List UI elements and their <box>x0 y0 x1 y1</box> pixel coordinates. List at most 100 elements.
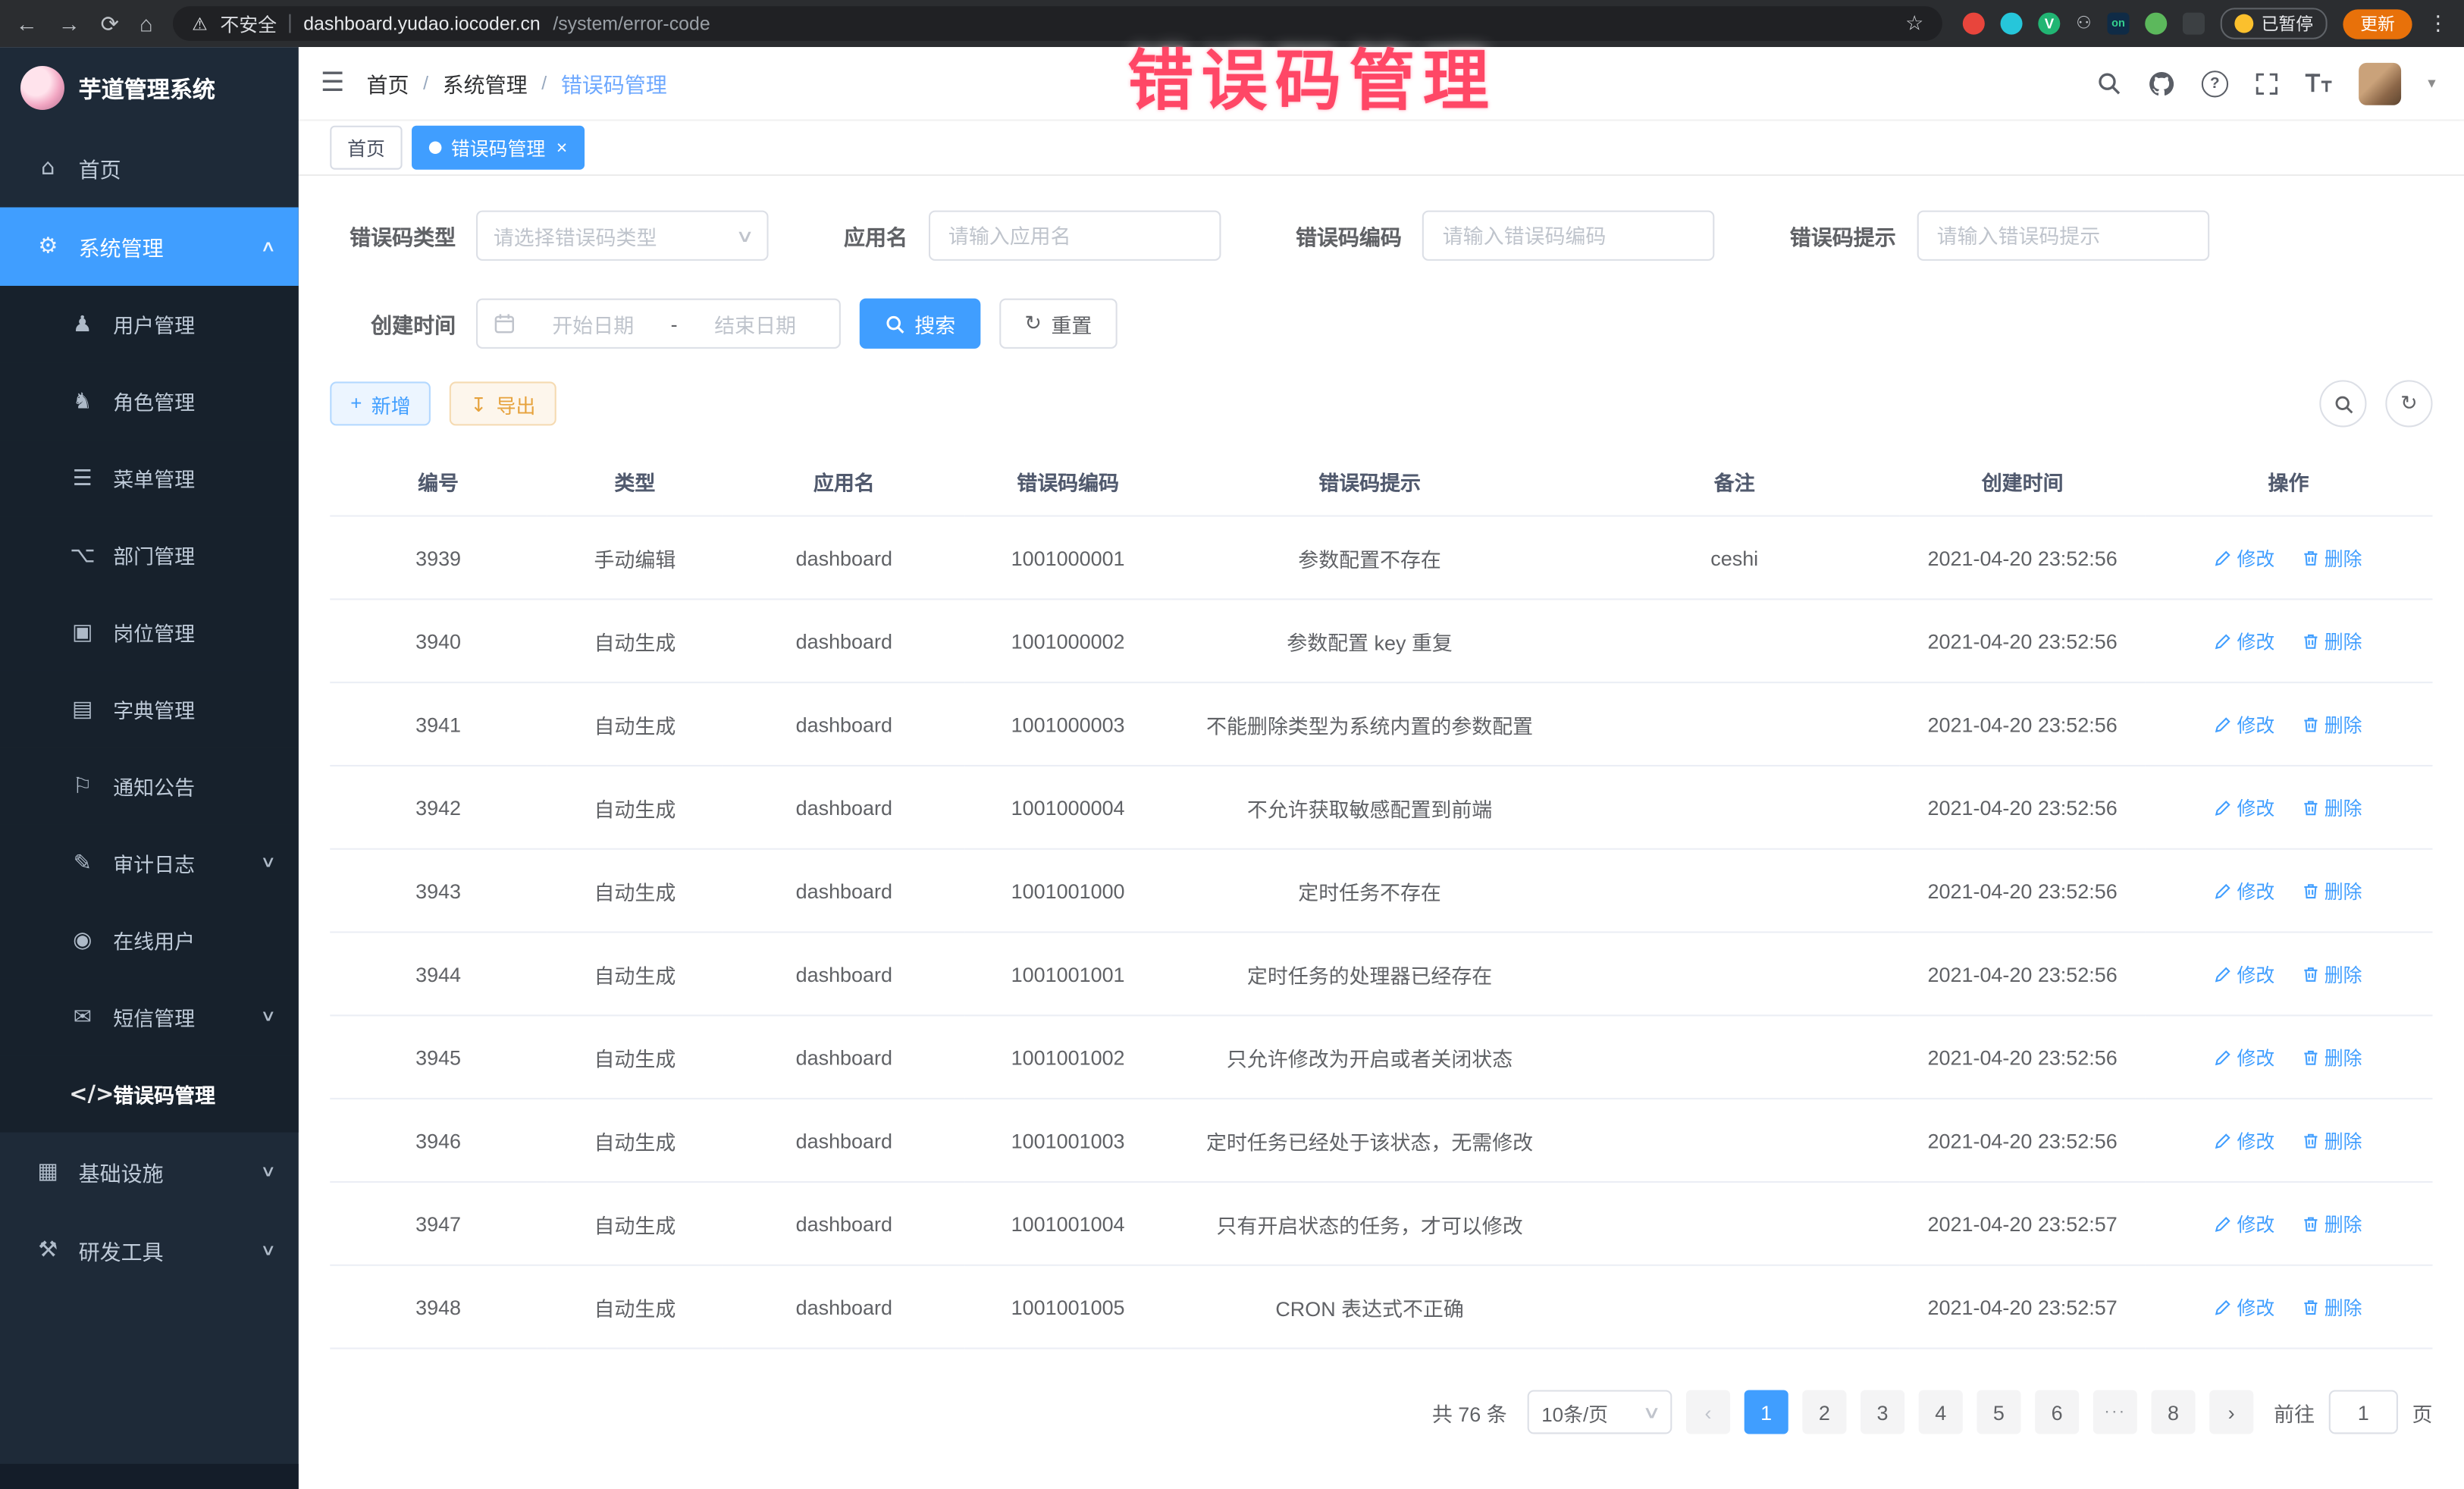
page-button-6[interactable]: 6 <box>2035 1390 2079 1434</box>
update-button[interactable]: 更新 <box>2343 8 2412 38</box>
vue-devtools-icon[interactable]: V <box>2039 13 2061 35</box>
tag-close-icon[interactable]: × <box>556 138 568 157</box>
on-badge-icon[interactable]: on <box>2107 13 2129 35</box>
sidebar-collapse-bar[interactable] <box>0 1464 299 1489</box>
sidebar-item-dictionaries[interactable]: ▤ 字典管理 <box>0 671 299 748</box>
extension-green-icon[interactable] <box>2145 13 2167 35</box>
sidebar-item-error-code[interactable]: </> 错误码管理 <box>0 1055 299 1133</box>
column-header[interactable]: 错误码编码 <box>965 446 1171 516</box>
sidebar-item-dev-tools[interactable]: ⚒ 研发工具 ∨ <box>0 1211 299 1290</box>
edit-link[interactable]: 修改 <box>2215 710 2274 737</box>
add-button[interactable]: + 新增 <box>330 381 431 425</box>
toggle-search-icon[interactable] <box>2319 380 2366 427</box>
edit-link[interactable]: 修改 <box>2215 877 2274 904</box>
breadcrumb-item-system[interactable]: 系统管理 <box>443 67 528 99</box>
page-button-2[interactable]: 2 <box>1802 1390 1846 1434</box>
delete-link[interactable]: 删除 <box>2303 1044 2362 1071</box>
column-header[interactable]: 应用名 <box>723 446 965 516</box>
sidebar-toggle-icon[interactable]: ☰ <box>321 67 345 99</box>
delete-link[interactable]: 删除 <box>2303 710 2362 737</box>
column-header[interactable]: 创建时间 <box>1901 446 2145 516</box>
export-button[interactable]: ↧ 导出 <box>450 381 556 425</box>
reset-button[interactable]: ↻ 重置 <box>999 299 1117 349</box>
delete-link[interactable]: 删除 <box>2303 544 2362 571</box>
page-ellipsis[interactable]: ··· <box>2093 1390 2137 1434</box>
home-icon[interactable]: ⌂ <box>140 0 153 47</box>
help-icon[interactable]: ? <box>2202 70 2228 96</box>
column-header[interactable]: 编号 <box>330 446 547 516</box>
sidebar-item-positions[interactable]: ▣ 岗位管理 <box>0 594 299 671</box>
app-name-input[interactable] <box>928 211 1221 261</box>
tampermonkey-icon[interactable] <box>2183 13 2205 35</box>
column-header[interactable]: 操作 <box>2144 446 2432 516</box>
breadcrumb-item-home[interactable]: 首页 <box>366 67 409 99</box>
delete-link[interactable]: 删除 <box>2303 628 2362 654</box>
reload-icon[interactable]: ⟳ <box>101 0 119 47</box>
sidebar-item-sms[interactable]: ✉ 短信管理 ∨ <box>0 979 299 1056</box>
paused-chip[interactable]: 已暂停 <box>2221 8 2328 39</box>
table-refresh-icon[interactable]: ↻ <box>2385 380 2432 427</box>
user-avatar[interactable] <box>2359 62 2401 105</box>
back-icon[interactable]: ← <box>16 0 38 47</box>
edit-link[interactable]: 修改 <box>2215 628 2274 654</box>
page-button-1[interactable]: 1 <box>1745 1390 1788 1434</box>
extension-red-icon[interactable] <box>1963 13 1985 35</box>
sidebar-item-online-users[interactable]: ◉ 在线用户 <box>0 901 299 979</box>
page-button-3[interactable]: 3 <box>1861 1390 1904 1434</box>
edit-link[interactable]: 修改 <box>2215 544 2274 571</box>
delete-link[interactable]: 删除 <box>2303 1293 2362 1320</box>
delete-link[interactable]: 删除 <box>2303 877 2362 904</box>
browser-menu-icon[interactable]: ⋮ <box>2428 11 2448 36</box>
column-header[interactable]: 类型 <box>547 446 723 516</box>
search-icon[interactable] <box>2096 71 2121 96</box>
prev-page-button[interactable]: ‹ <box>1686 1390 1730 1434</box>
edit-link[interactable]: 修改 <box>2215 961 2274 987</box>
column-header[interactable]: 错误码提示 <box>1171 446 1569 516</box>
extension-teal-icon[interactable] <box>2001 13 2023 35</box>
delete-link[interactable]: 删除 <box>2303 1210 2362 1237</box>
sidebar-item-notices[interactable]: ⚐ 通知公告 <box>0 748 299 825</box>
goto-page-input[interactable] <box>2329 1390 2398 1434</box>
page-button-4[interactable]: 4 <box>1919 1390 1963 1434</box>
people-icon[interactable]: ⚇ <box>2076 0 2091 47</box>
sidebar-item-roles[interactable]: ♞ 角色管理 <box>0 363 299 440</box>
edit-link[interactable]: 修改 <box>2215 794 2274 820</box>
address-bar[interactable]: ⚠ 不安全 dashboard.yudao.iocoder.cn/system/… <box>173 6 1942 41</box>
url-host[interactable]: dashboard.yudao.iocoder.cn <box>303 13 541 35</box>
error-hint-input[interactable] <box>1917 211 2209 261</box>
column-header[interactable]: 备注 <box>1569 446 1901 516</box>
forward-icon[interactable]: → <box>58 0 80 47</box>
edit-link[interactable]: 修改 <box>2215 1210 2274 1237</box>
fullscreen-icon[interactable] <box>2255 71 2278 95</box>
tag-error-code[interactable]: 错误码管理 × <box>412 126 585 170</box>
delete-link[interactable]: 删除 <box>2303 1127 2362 1153</box>
sidebar-item-infrastructure[interactable]: ▦ 基础设施 ∨ <box>0 1133 299 1212</box>
caret-down-icon[interactable]: ▾ <box>2428 74 2435 92</box>
edit-link[interactable]: 修改 <box>2215 1293 2274 1320</box>
create-time-range-picker[interactable]: 开始日期 - 结束日期 <box>476 299 841 349</box>
edit-link[interactable]: 修改 <box>2215 1127 2274 1153</box>
tag-home[interactable]: 首页 <box>330 126 402 170</box>
page-size-select[interactable]: 10条/页 ∨ <box>1528 1390 1672 1434</box>
cell-time: 2021-04-20 23:52:56 <box>1901 599 2145 682</box>
error-code-input[interactable] <box>1422 211 1715 261</box>
security-label[interactable]: 不安全 <box>220 10 277 36</box>
bookmark-star-icon[interactable]: ☆ <box>1905 11 1923 36</box>
sidebar-item-menus[interactable]: ☰ 菜单管理 <box>0 440 299 517</box>
github-icon[interactable] <box>2148 70 2174 96</box>
search-button[interactable]: 搜索 <box>860 299 981 349</box>
page-button-8[interactable]: 8 <box>2151 1390 2195 1434</box>
sidebar-item-home[interactable]: ⌂ 首页 <box>0 129 299 208</box>
sidebar-item-users[interactable]: ♟ 用户管理 <box>0 286 299 363</box>
sidebar-item-audit-log[interactable]: ✎ 审计日志 ∨ <box>0 825 299 902</box>
page-button-5[interactable]: 5 <box>1977 1390 2020 1434</box>
font-size-icon[interactable] <box>2306 72 2332 94</box>
url-path[interactable]: /system/error-code <box>553 13 710 35</box>
delete-link[interactable]: 删除 <box>2303 794 2362 820</box>
delete-link[interactable]: 删除 <box>2303 961 2362 987</box>
sidebar-item-departments[interactable]: ⌥ 部门管理 <box>0 517 299 594</box>
next-page-button[interactable]: › <box>2209 1390 2253 1434</box>
edit-link[interactable]: 修改 <box>2215 1044 2274 1071</box>
error-type-select[interactable]: 请选择错误码类型 ∨ <box>476 211 769 261</box>
sidebar-item-system[interactable]: ⚙ 系统管理 ∧ <box>0 207 299 286</box>
